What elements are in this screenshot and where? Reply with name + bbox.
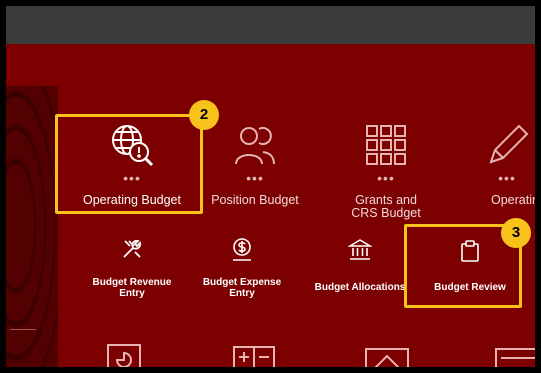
tile-label: Position Budget <box>211 193 299 207</box>
tile-budget-allocations[interactable]: Budget Allocations <box>305 232 415 302</box>
dollar-icon <box>233 238 251 261</box>
side-divider <box>10 329 36 330</box>
tile-grants-crs-budget[interactable]: ••• Grants and CRS Budget <box>331 116 441 226</box>
step-3-badge: 3 <box>501 218 531 248</box>
tile-operating-f[interactable]: ••• Operating F <box>471 116 535 216</box>
tile-label: Budget Revenue Entry <box>92 277 172 299</box>
tile-label: Budget Expense Entry <box>202 277 282 299</box>
tile-budget-expense-entry[interactable]: Budget Expense Entry <box>192 232 292 302</box>
tile-label: Operating F <box>491 193 535 207</box>
tile-dots: ••• <box>246 170 264 186</box>
highlight-operating-budget <box>55 114 203 214</box>
step-2-badge: 2 <box>189 100 219 130</box>
grid-icon <box>366 125 406 165</box>
tools-icon <box>123 239 142 258</box>
chart-icon[interactable] <box>107 344 141 367</box>
triangle-chart-icon[interactable] <box>365 348 409 367</box>
list-icon[interactable] <box>495 348 535 367</box>
app-frame: ••• Operating Budget ••• Position Budget… <box>6 6 535 367</box>
tile-dots: ••• <box>377 170 395 186</box>
tile-position-budget[interactable]: ••• Position Budget <box>200 116 310 216</box>
tile-label: Grants and CRS Budget <box>351 193 421 220</box>
side-banner-image <box>6 86 58 367</box>
tile-dots: ••• <box>498 170 516 186</box>
top-bar <box>6 6 535 44</box>
tile-budget-revenue-entry[interactable]: Budget Revenue Entry <box>82 232 182 302</box>
tile-label: Budget Allocations <box>314 282 406 293</box>
calculator-icon[interactable] <box>233 346 275 367</box>
people-icon <box>235 127 275 165</box>
bank-icon <box>348 239 372 260</box>
pencil-icon <box>489 124 529 164</box>
